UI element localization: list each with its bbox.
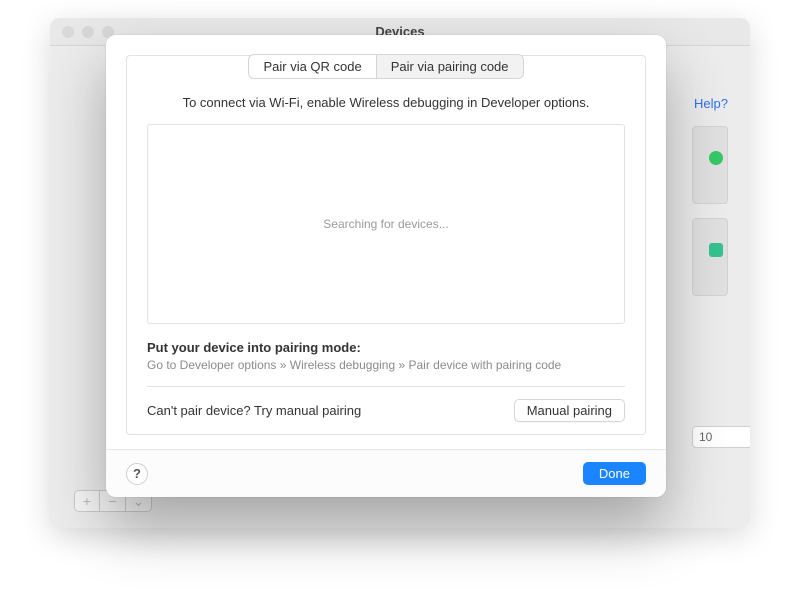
manual-pairing-button[interactable]: Manual pairing bbox=[514, 399, 625, 422]
tab-qr-code[interactable]: Pair via QR code bbox=[249, 55, 375, 78]
status-check-icon bbox=[709, 243, 723, 257]
background-side-panel: 10 bbox=[692, 126, 728, 342]
pairing-modal: Pair via QR code Pair via pairing code T… bbox=[106, 35, 666, 497]
modal-footer: ? Done bbox=[106, 449, 666, 497]
numeric-field[interactable]: 10 bbox=[692, 426, 750, 448]
manual-pairing-row: Can't pair device? Try manual pairing Ma… bbox=[147, 399, 625, 422]
question-mark-icon: ? bbox=[133, 466, 141, 481]
plus-icon: + bbox=[83, 493, 91, 509]
pairing-tabs: Pair via QR code Pair via pairing code bbox=[248, 54, 523, 79]
modal-content-box: Pair via QR code Pair via pairing code T… bbox=[126, 55, 646, 435]
pairing-mode-block: Put your device into pairing mode: Go to… bbox=[147, 340, 625, 372]
add-button[interactable]: + bbox=[74, 490, 100, 512]
done-button[interactable]: Done bbox=[583, 462, 646, 485]
help-button[interactable]: ? bbox=[126, 463, 148, 485]
tab-pairing-code[interactable]: Pair via pairing code bbox=[376, 55, 523, 78]
divider bbox=[147, 386, 625, 387]
status-toggle-on-icon bbox=[709, 151, 723, 165]
pairing-mode-title: Put your device into pairing mode: bbox=[147, 340, 625, 355]
device-card bbox=[692, 126, 728, 204]
help-link[interactable]: Help? bbox=[694, 96, 728, 111]
manual-pairing-text: Can't pair device? Try manual pairing bbox=[147, 403, 361, 418]
device-search-box: Searching for devices... bbox=[147, 124, 625, 324]
searching-text: Searching for devices... bbox=[323, 217, 448, 231]
pairing-mode-subtitle: Go to Developer options » Wireless debug… bbox=[147, 358, 625, 372]
numeric-field-value: 10 bbox=[699, 430, 712, 444]
device-card bbox=[692, 218, 728, 296]
instructions-text: To connect via Wi-Fi, enable Wireless de… bbox=[147, 95, 625, 110]
